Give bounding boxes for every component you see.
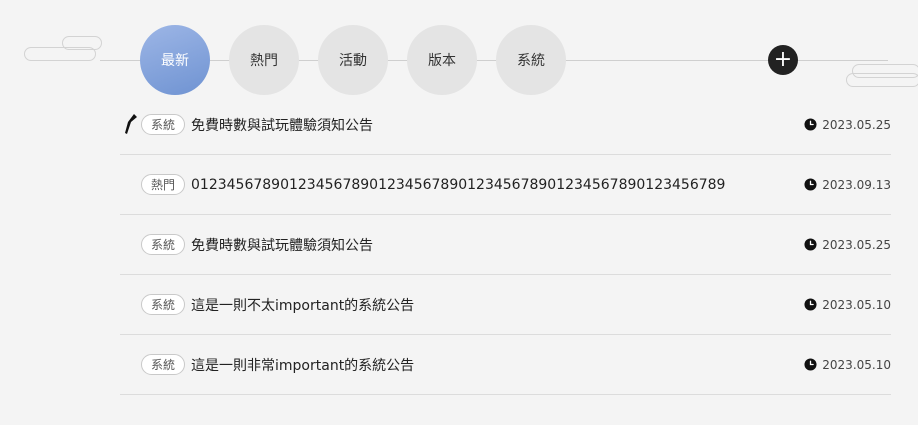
tab-events[interactable]: 活動 bbox=[318, 25, 388, 95]
announcement-title[interactable]: 免費時數與試玩體驗須知公告 bbox=[191, 235, 373, 255]
clock-icon bbox=[804, 238, 817, 251]
announcement-title[interactable]: 這是一則非常important的系統公告 bbox=[191, 355, 414, 375]
date-text: 2023.05.10 bbox=[822, 357, 891, 372]
date-text: 2023.05.25 bbox=[822, 117, 891, 132]
announcement-title[interactable]: 0123456789012345678901234567890123456789… bbox=[191, 177, 725, 193]
clock-icon bbox=[804, 118, 817, 131]
clock-icon bbox=[804, 298, 817, 311]
announcement-title[interactable]: 免費時數與試玩體驗須知公告 bbox=[191, 115, 373, 135]
category-tag: 系統 bbox=[141, 294, 186, 315]
tab-popular[interactable]: 熱門 bbox=[229, 25, 299, 95]
list-item[interactable]: 系統 這是一則不太important的系統公告 2023.05.10 bbox=[120, 275, 891, 335]
category-tag: 系統 bbox=[141, 354, 186, 375]
list-item[interactable]: 系統 免費時數與試玩體驗須知公告 2023.05.25 bbox=[120, 95, 891, 155]
date-text: 2023.09.13 bbox=[822, 177, 891, 192]
pin-icon bbox=[125, 114, 137, 134]
category-tag: 熱門 bbox=[141, 174, 186, 195]
date-info: 2023.05.10 bbox=[804, 358, 891, 372]
decor-cloud bbox=[852, 64, 918, 78]
tab-latest[interactable]: 最新 bbox=[140, 25, 210, 95]
list-item[interactable]: 系統 這是一則非常important的系統公告 2023.05.10 bbox=[120, 335, 891, 395]
add-button[interactable]: + bbox=[768, 45, 798, 75]
clock-icon bbox=[804, 178, 817, 191]
date-info: 2023.05.25 bbox=[804, 238, 891, 252]
announcement-list: 系統 免費時數與試玩體驗須知公告 2023.05.25 熱門 012345678… bbox=[120, 95, 891, 395]
category-tabs: 最新 熱門 活動 版本 系統 bbox=[140, 25, 566, 95]
date-info: 2023.05.25 bbox=[804, 118, 891, 132]
tab-version[interactable]: 版本 bbox=[407, 25, 477, 95]
category-tag: 系統 bbox=[141, 114, 186, 135]
tab-system[interactable]: 系統 bbox=[496, 25, 566, 95]
date-info: 2023.09.13 bbox=[804, 178, 891, 192]
list-item[interactable]: 系統 免費時數與試玩體驗須知公告 2023.05.25 bbox=[120, 215, 891, 275]
category-tag: 系統 bbox=[141, 234, 186, 255]
date-info: 2023.05.10 bbox=[804, 298, 891, 312]
date-text: 2023.05.25 bbox=[822, 237, 891, 252]
clock-icon bbox=[804, 358, 817, 371]
list-item[interactable]: 熱門 0123456789012345678901234567890123456… bbox=[120, 155, 891, 215]
decor-cloud bbox=[62, 36, 102, 50]
date-text: 2023.05.10 bbox=[822, 297, 891, 312]
announcement-title[interactable]: 這是一則不太important的系統公告 bbox=[191, 295, 414, 315]
